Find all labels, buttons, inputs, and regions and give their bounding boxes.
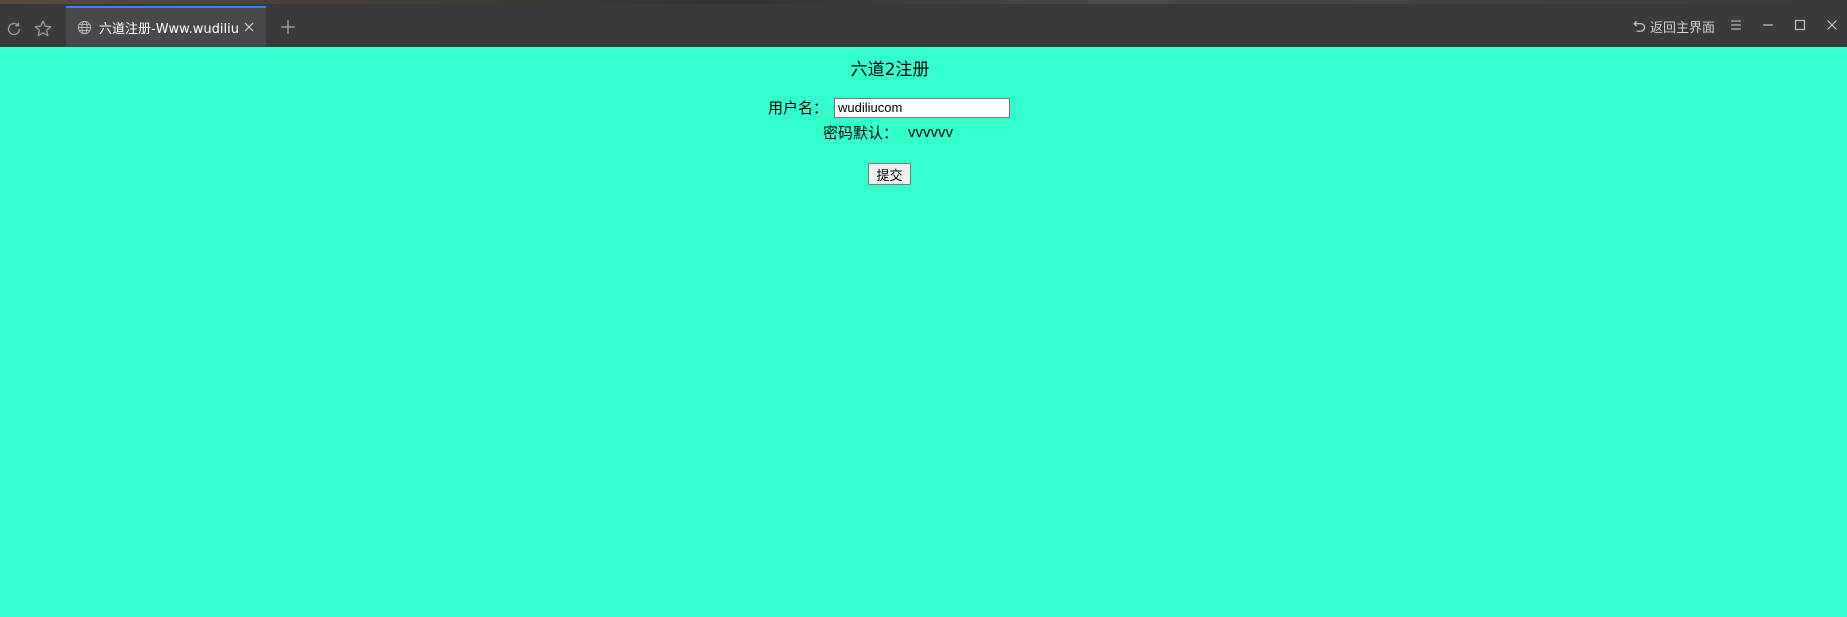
tab-title: 六道注册-Www.wudiliu....	[99, 22, 239, 37]
window-top-strip	[0, 0, 1847, 4]
menu-icon	[1729, 16, 1743, 35]
minimize-button[interactable]	[1759, 16, 1777, 34]
return-home-button[interactable]: 返回主界面	[1630, 16, 1715, 36]
maximize-button[interactable]	[1791, 16, 1809, 34]
reload-icon	[5, 20, 23, 38]
tab-active[interactable]: 六道注册-Www.wudiliu....	[66, 6, 266, 47]
username-label: 用户名：	[768, 99, 829, 117]
page-content: 六道2注册 用户名： 密码默认： vvvvvv 提交	[0, 47, 1847, 617]
username-row: 用户名：	[768, 97, 1011, 118]
menu-button[interactable]	[1727, 16, 1745, 34]
close-window-button[interactable]	[1823, 16, 1841, 34]
submit-button[interactable]: 提交	[868, 163, 911, 185]
star-icon	[33, 19, 53, 39]
close-window-icon	[1826, 16, 1838, 35]
browser-toolbar: 六道注册-Www.wudiliu.... 返回主界面	[0, 0, 1847, 47]
maximize-icon	[1794, 16, 1806, 35]
password-value: vvvvvv	[908, 124, 954, 141]
favorite-button[interactable]	[32, 18, 54, 40]
reload-button[interactable]	[3, 18, 25, 40]
close-icon[interactable]	[242, 20, 256, 34]
minimize-icon	[1762, 16, 1774, 35]
page-title: 六道2注册	[850, 60, 930, 80]
new-tab-button[interactable]	[278, 19, 298, 39]
password-label: 密码默认：	[823, 124, 899, 142]
plus-icon	[280, 19, 296, 39]
undo-icon	[1630, 18, 1646, 34]
return-home-label: 返回主界面	[1650, 20, 1716, 36]
username-input[interactable]	[834, 97, 1011, 118]
password-row: 密码默认： vvvvvv	[823, 122, 953, 143]
globe-icon	[76, 20, 92, 36]
